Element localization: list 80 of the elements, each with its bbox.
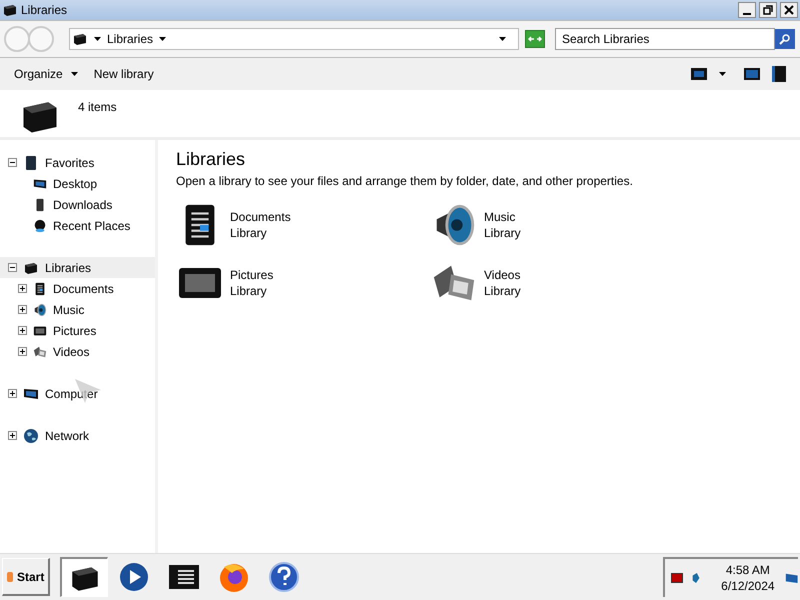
library-name: Documents xyxy=(230,209,291,225)
search-field[interactable]: Search Libraries xyxy=(555,28,775,50)
speaker-icon xyxy=(34,303,46,316)
help-button[interactable] xyxy=(772,66,786,82)
search-icon xyxy=(779,33,791,45)
collapse-icon[interactable] xyxy=(8,158,17,167)
toolbar-button[interactable]: New library xyxy=(88,62,160,86)
expand-icon[interactable] xyxy=(18,284,27,293)
toolbar-button[interactable]: Organize xyxy=(8,62,84,86)
library-type: Library xyxy=(484,283,521,299)
play-icon xyxy=(120,563,148,591)
library-tile[interactable]: Documents Library xyxy=(176,200,430,250)
caret-icon xyxy=(719,72,726,76)
expand-icon[interactable] xyxy=(8,389,17,398)
tree-item[interactable]: Downloads xyxy=(0,194,155,215)
library-name: Pictures xyxy=(230,267,274,283)
taskbar-button[interactable] xyxy=(60,557,108,597)
caret-icon xyxy=(70,72,78,76)
preview-pane-button[interactable] xyxy=(744,68,760,80)
view-button[interactable] xyxy=(691,68,726,80)
caret-icon xyxy=(94,37,101,41)
library-name: Music xyxy=(484,209,516,225)
expand-icon[interactable] xyxy=(18,305,27,314)
description: Open a library to see your files and arrange them by folder, date, and other properties. xyxy=(176,173,634,190)
tree-item[interactable]: Documents xyxy=(0,278,155,299)
tree-item[interactable]: Computer xyxy=(0,383,155,404)
window-title: Libraries xyxy=(21,2,68,19)
library-tile[interactable]: Videos Library xyxy=(430,258,684,308)
caret-icon xyxy=(159,37,166,41)
arrows-icon xyxy=(528,34,542,44)
expand-icon[interactable] xyxy=(18,347,27,356)
library-type: Library xyxy=(230,283,268,299)
browser-icon xyxy=(220,564,248,592)
library-icon xyxy=(4,5,16,16)
library-icon xyxy=(24,102,56,132)
library-type: Library xyxy=(484,225,521,241)
item-count: 4 items xyxy=(78,99,117,116)
tree-item[interactable]: Libraries xyxy=(0,257,155,278)
tree-item[interactable]: Recent Places xyxy=(0,215,155,236)
library-type: Library xyxy=(230,225,268,241)
document-icon xyxy=(186,204,214,246)
speaker-icon xyxy=(436,204,474,246)
refresh-button[interactable] xyxy=(525,30,545,48)
clock-date: 6/12/2024 xyxy=(721,578,775,594)
orb-icon xyxy=(34,219,46,232)
expand-icon[interactable] xyxy=(18,326,27,335)
page-heading: Libraries xyxy=(176,148,246,170)
globe-icon xyxy=(24,428,38,442)
address-bar[interactable]: Libraries xyxy=(69,28,519,50)
start-button[interactable]: Start xyxy=(2,558,50,596)
tablet-icon xyxy=(26,156,36,170)
picture-frame-icon xyxy=(34,326,46,335)
document-icon xyxy=(36,282,44,295)
tree-item[interactable]: Videos xyxy=(0,341,155,362)
tree-item[interactable]: Desktop xyxy=(0,173,155,194)
help-icon xyxy=(269,562,300,592)
picture-frame-icon xyxy=(179,268,221,298)
tree-item[interactable]: Pictures xyxy=(0,320,155,341)
close-button[interactable] xyxy=(780,2,798,18)
breadcrumb[interactable]: Libraries xyxy=(107,30,154,48)
monitor-icon xyxy=(34,179,46,188)
library-icon xyxy=(25,262,37,274)
library-icon xyxy=(74,34,86,45)
tree-item[interactable]: Favorites xyxy=(0,152,155,173)
notes-icon xyxy=(169,565,200,589)
restore-button[interactable] xyxy=(759,2,777,18)
collapse-icon[interactable] xyxy=(8,263,17,272)
library-icon xyxy=(72,566,98,590)
library-name: Videos xyxy=(484,267,521,283)
monitor-icon xyxy=(24,388,38,398)
caret-icon xyxy=(499,37,506,41)
clock-time: 4:58 AM xyxy=(726,562,770,578)
library-tile[interactable]: Pictures Library xyxy=(176,258,430,308)
phone-icon xyxy=(36,198,44,211)
minimize-button[interactable] xyxy=(738,2,756,18)
library-tile[interactable]: Music Library xyxy=(430,200,684,250)
tree-item[interactable]: Network xyxy=(0,425,155,446)
expand-icon[interactable] xyxy=(8,431,17,440)
tree-item[interactable]: Music xyxy=(0,299,155,320)
search-button[interactable] xyxy=(775,29,795,49)
